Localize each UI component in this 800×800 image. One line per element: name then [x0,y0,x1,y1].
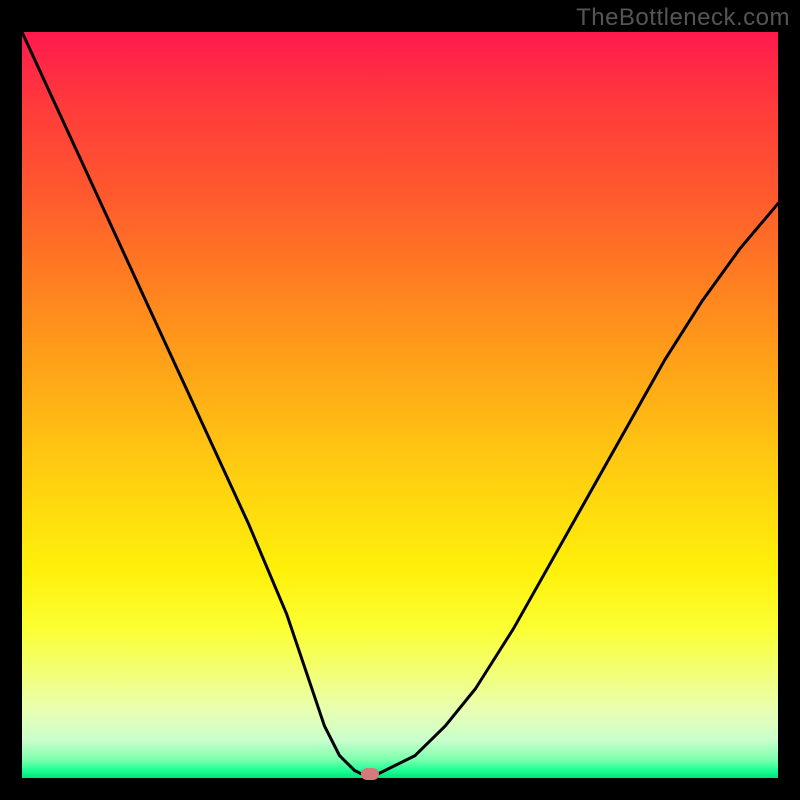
chart-frame: TheBottleneck.com [0,0,800,800]
bottleneck-curve [22,32,778,778]
plot-area [22,32,778,778]
optimal-point-marker [361,768,379,780]
watermark-text: TheBottleneck.com [576,4,790,32]
